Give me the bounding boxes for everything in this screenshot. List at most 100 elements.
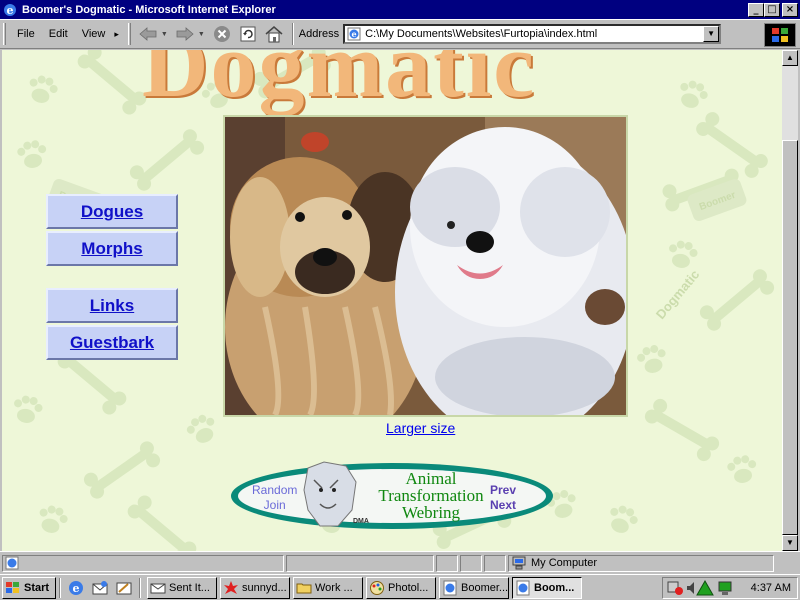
- webring-title-line-1: Animal: [405, 469, 457, 488]
- webring-dma-badge: DMA: [353, 518, 369, 525]
- toolbar-grip[interactable]: [3, 23, 6, 45]
- status-bar: My Computer: [0, 551, 800, 574]
- task-label: Boomer...: [461, 581, 509, 594]
- address-text[interactable]: C:\My Documents\Websites\Furtopia\index.…: [365, 28, 703, 40]
- task-sunnyd[interactable]: sunnyd...: [220, 576, 290, 599]
- browser-window: e Boomer's Dogmatic - Microsoft Internet…: [0, 0, 800, 574]
- nav-morphs-button[interactable]: Morphs: [46, 231, 178, 266]
- vertical-scrollbar[interactable]: ▲ ▼: [782, 50, 798, 551]
- close-button[interactable]: ×: [782, 2, 798, 17]
- nav-guestbark-link[interactable]: Guestbark: [70, 333, 154, 353]
- status-panel-3: [460, 554, 482, 572]
- task-label: sunnyd...: [242, 581, 287, 594]
- taskbar-separator: [59, 577, 61, 598]
- ie-icon: e: [2, 2, 18, 18]
- home-icon[interactable]: [263, 23, 285, 45]
- toolbar: File Edit View ▸ ▼ ▼ Address e C:\My Doc…: [0, 19, 800, 49]
- refresh-icon[interactable]: [237, 23, 259, 45]
- status-panel-1: [286, 554, 434, 572]
- my-computer-icon: [512, 556, 526, 570]
- window-title: Boomer's Dogmatic - Microsoft Internet E…: [22, 3, 276, 16]
- envelope-icon: [150, 583, 166, 593]
- start-label: Start: [24, 581, 50, 594]
- dogs-photo[interactable]: [223, 115, 628, 417]
- toolbar-grip-2[interactable]: [127, 23, 131, 45]
- task-label: Photol...: [388, 581, 429, 594]
- address-dropdown-icon[interactable]: ▼: [703, 26, 720, 42]
- stop-icon[interactable]: [211, 23, 233, 45]
- nav-dogues-button[interactable]: Dogues: [46, 194, 178, 229]
- larger-size-link[interactable]: Larger size: [386, 420, 455, 436]
- webring-title[interactable]: Animal Transformation Webring: [356, 470, 506, 521]
- scroll-down-icon[interactable]: ▼: [782, 535, 798, 551]
- nav-morphs-link[interactable]: Morphs: [81, 239, 142, 259]
- quicklaunch-desktop-icon[interactable]: [114, 578, 134, 598]
- task-boomer-2-active[interactable]: Boom...: [512, 576, 582, 599]
- nav-guestbark-button[interactable]: Guestbark: [46, 325, 178, 360]
- splat-icon: [224, 580, 238, 594]
- volume-icon[interactable]: [687, 582, 694, 594]
- task-work[interactable]: Work ...: [293, 576, 363, 599]
- status-panel-4: [484, 554, 506, 572]
- task-label: Sent It...: [169, 581, 210, 594]
- svg-text:e: e: [73, 582, 80, 595]
- toolbar-separator: [291, 23, 294, 45]
- task-sent-items[interactable]: Sent It...: [147, 576, 217, 599]
- zone-label: My Computer: [531, 557, 598, 569]
- webring-prev-next: Prev Next: [490, 483, 516, 513]
- address-input[interactable]: e C:\My Documents\Websites\Furtopia\inde…: [343, 24, 722, 44]
- menu-edit[interactable]: Edit: [42, 28, 75, 40]
- site-logo: Dogmatic: [142, 50, 537, 116]
- menu-file[interactable]: File: [10, 28, 42, 40]
- back-dropdown-icon[interactable]: ▼: [161, 31, 168, 38]
- display-icon[interactable]: [718, 581, 732, 595]
- page-status-icon: [5, 556, 19, 570]
- warning-icon[interactable]: [696, 579, 714, 596]
- nav-dogues-link[interactable]: Dogues: [81, 202, 143, 222]
- task-label: Boom...: [534, 581, 575, 594]
- menu-view[interactable]: View: [75, 28, 113, 40]
- webring-next-link[interactable]: Next: [490, 498, 516, 513]
- svg-text:e: e: [352, 29, 357, 39]
- nav-links-button[interactable]: Links: [46, 288, 178, 323]
- maximize-button[interactable]: □: [764, 2, 780, 17]
- taskbar: Start e Sent It... sunnyd... Work ... Ph…: [0, 574, 800, 600]
- back-arrow-icon[interactable]: [137, 23, 159, 45]
- webring-title-line-2: Transformation: [378, 486, 484, 505]
- title-bar[interactable]: e Boomer's Dogmatic - Microsoft Internet…: [0, 0, 800, 19]
- webring-join-link[interactable]: Join: [252, 498, 297, 513]
- ie-page-icon: [516, 580, 530, 595]
- system-tray: 4:37 AM: [662, 577, 798, 599]
- scroll-thumb[interactable]: [782, 140, 798, 535]
- tray-icons: [667, 579, 732, 596]
- status-main: [2, 554, 284, 572]
- minimize-button[interactable]: _: [748, 2, 764, 17]
- scroll-up-icon[interactable]: ▲: [782, 50, 798, 66]
- quicklaunch-outlook-icon[interactable]: [90, 578, 110, 598]
- forward-arrow-icon[interactable]: [174, 23, 196, 45]
- task-photo[interactable]: Photol...: [366, 576, 436, 599]
- folder-icon: [296, 583, 312, 593]
- svg-text:e: e: [7, 4, 14, 17]
- webring-title-line-3: Webring: [401, 503, 461, 522]
- windows-logo-icon: [764, 23, 796, 47]
- task-boomer-1[interactable]: Boomer...: [439, 576, 509, 599]
- webring-random-join: Random Join: [252, 483, 297, 513]
- status-panel-2: [436, 554, 458, 572]
- status-zone: My Computer: [508, 554, 774, 572]
- page-icon: e: [347, 27, 361, 41]
- clock[interactable]: 4:37 AM: [751, 582, 791, 594]
- bg-watermark-dogmatic: Dogmatic: [653, 267, 703, 322]
- webring-banner: Random Join Animal Transformation Webrin…: [228, 460, 556, 532]
- menu-overflow-chevron-icon[interactable]: ▸: [114, 29, 119, 40]
- nav-links-link[interactable]: Links: [90, 296, 134, 316]
- quicklaunch-ie-icon[interactable]: e: [66, 578, 86, 598]
- taskbar-separator-2: [139, 577, 141, 598]
- webring-prev-link[interactable]: Prev: [490, 483, 516, 498]
- ie-page-icon: [443, 580, 457, 595]
- task-label: Work ...: [315, 581, 353, 594]
- start-button[interactable]: Start: [2, 576, 56, 599]
- network-disabled-icon[interactable]: [667, 581, 683, 595]
- webring-random-link[interactable]: Random: [252, 483, 297, 498]
- forward-dropdown-icon[interactable]: ▼: [198, 31, 205, 38]
